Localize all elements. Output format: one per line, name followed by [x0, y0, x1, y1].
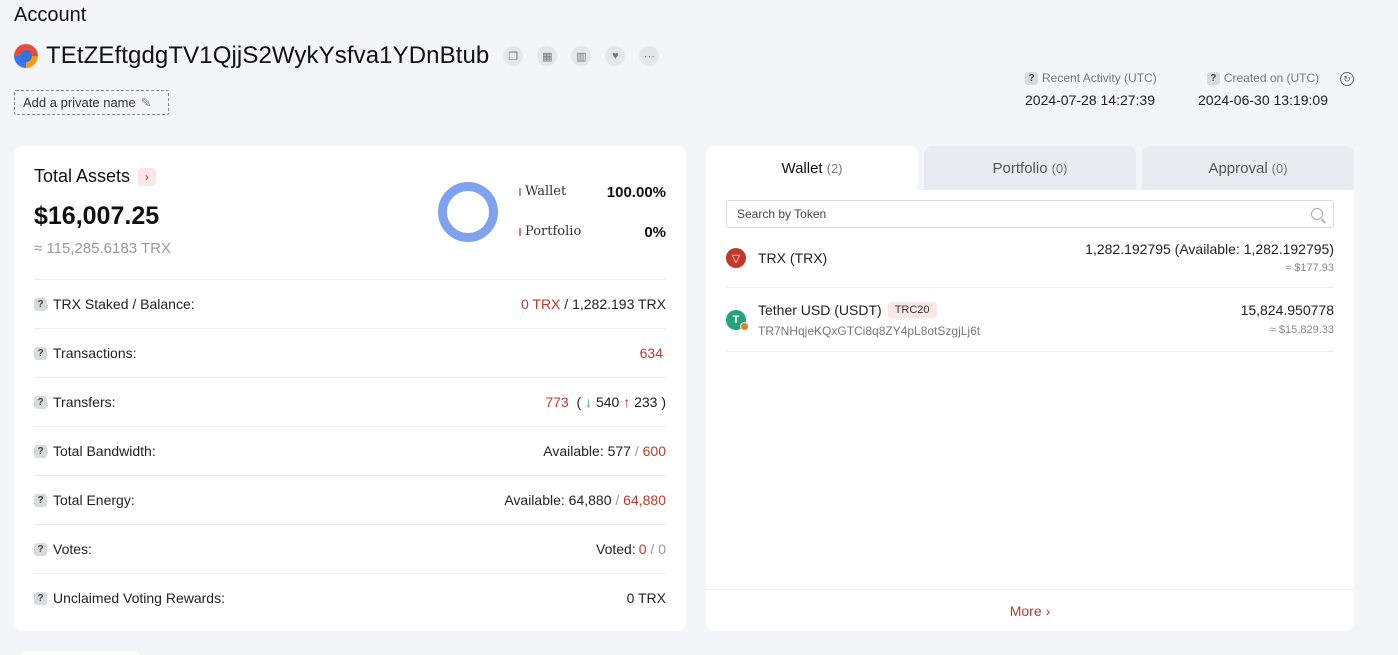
created-on-label: Created on (UTC): [1223, 71, 1320, 85]
tab-approval[interactable]: Approval (0): [1142, 146, 1354, 190]
token-contract-address[interactable]: TR7NHqjeKQxGTCi8q8ZY4pL8otSzgjLj6t: [758, 324, 980, 338]
arrow-up-icon: ↑: [623, 394, 631, 410]
votes-value: Voted: 0 / 0: [596, 541, 666, 557]
trx-token-icon: ▽: [726, 248, 746, 268]
account-stats: ? TRX Staked / Balance: 0 TRX / 1,282.193…: [34, 279, 666, 622]
qr-code-icon[interactable]: ▦: [537, 46, 558, 66]
total-assets-title[interactable]: Total Assets ›: [34, 166, 157, 187]
transactions-value[interactable]: 634: [640, 345, 663, 361]
copy-icon[interactable]: ❐: [503, 46, 524, 66]
more-options-icon[interactable]: ⋯: [639, 46, 660, 66]
transfers-value: 773 ( ↓ 540 ↑ 233 ): [545, 394, 666, 410]
page-title: Account: [14, 4, 87, 26]
token-row-usdt[interactable]: T Tether USD (USDT) TRC20 TR7NHqjeKQxGTC…: [726, 288, 1334, 352]
token-amount: 1,282.192795 (Available: 1,282.192795): [1085, 241, 1334, 257]
rewards-value: 0 TRX: [626, 590, 666, 606]
token-usd-value: ≈ $177.93: [1285, 262, 1334, 274]
token-standard-badge: TRC20: [887, 302, 937, 318]
more-link[interactable]: More ›: [706, 589, 1354, 631]
token-amount: 15,824.950778: [1240, 302, 1334, 318]
chevron-right-icon: ›: [1045, 602, 1051, 619]
recent-activity-label: Recent Activity (UTC): [1042, 71, 1157, 85]
account-address: TEtZEftgdgTV1QjjS2WykYsfva1YDnBtub: [46, 42, 490, 69]
created-on-value: 2024-06-30 13:19:09: [1198, 92, 1328, 108]
portfolio-percent: 0%: [644, 224, 666, 241]
help-icon[interactable]: ?: [34, 346, 47, 360]
stat-bandwidth: ? Total Bandwidth: Available: 577 / 600: [34, 426, 666, 475]
assets-donut-chart: [438, 182, 498, 242]
help-icon[interactable]: ?: [34, 542, 47, 556]
legend-portfolio: Portfolio: [519, 224, 581, 239]
address-avatar: [14, 44, 38, 68]
stat-transfers: ? Transfers: 773 ( ↓ 540 ↑ 233 ): [34, 377, 666, 426]
address-row: TEtZEftgdgTV1QjjS2WykYsfva1YDnBtub ❐ ▦ ▥…: [14, 42, 673, 70]
token-row-trx[interactable]: ▽ TRX (TRX) 1,282.192795 (Available: 1,2…: [726, 238, 1334, 288]
help-icon[interactable]: ?: [34, 591, 47, 605]
legend-wallet-marker: [519, 187, 521, 196]
help-icon[interactable]: ?: [34, 297, 47, 311]
arrow-down-icon: ↓: [585, 394, 593, 410]
help-icon[interactable]: ?: [34, 444, 47, 458]
favorite-icon[interactable]: ♥: [605, 46, 626, 66]
bandwidth-value: Available: 577 / 600: [543, 443, 666, 459]
token-name: Tether USD (USDT) TRC20: [758, 302, 937, 318]
token-usd-value: ≈ $15,829.33: [1269, 324, 1334, 336]
wallet-percent: 100.00%: [606, 184, 666, 201]
private-name-label: Add a private name: [23, 95, 136, 110]
recent-activity-value: 2024-07-28 14:27:39: [1025, 92, 1155, 108]
recent-activity: ? Recent Activity (UTC) 2024-07-28 14:27:…: [1025, 71, 1157, 108]
next-card-edge: [20, 651, 140, 655]
search-icon[interactable]: [1311, 208, 1323, 220]
help-icon[interactable]: ?: [1025, 71, 1038, 85]
stat-votes: ? Votes: Voted: 0 / 0: [34, 524, 666, 573]
address-actions: ❐ ▦ ▥ ♥ ⋯: [503, 46, 673, 66]
help-icon[interactable]: ?: [34, 493, 47, 507]
stat-energy: ? Total Energy: Available: 64,880 / 64,88…: [34, 475, 666, 524]
tab-wallet[interactable]: Wallet (2): [706, 146, 918, 190]
staked-value: 0 TRX / 1,282.193 TRX: [520, 296, 666, 312]
verified-badge-icon: [740, 322, 749, 331]
legend-portfolio-marker: [519, 227, 521, 236]
energy-value: Available: 64,880 / 64,880: [504, 492, 666, 508]
total-assets-card: Total Assets › $16,007.25 ≈ 115,285.6183…: [14, 146, 686, 631]
chevron-right-icon[interactable]: ›: [138, 167, 157, 186]
stat-staked: ? TRX Staked / Balance: 0 TRX / 1,282.193…: [34, 279, 666, 328]
stat-transactions: ? Transactions: 634: [34, 328, 666, 377]
legend-wallet: Wallet: [519, 184, 566, 199]
tab-portfolio[interactable]: Portfolio (0): [924, 146, 1136, 190]
help-icon[interactable]: ?: [1206, 71, 1220, 85]
analytics-icon[interactable]: ▥: [571, 46, 592, 66]
time-toggle-icon[interactable]: ↻: [1340, 72, 1354, 86]
asset-tabs: Wallet (2) Portfolio (0) Approval (0): [706, 146, 1354, 190]
total-assets-trx: ≈ 115,285.6183 TRX: [34, 240, 171, 257]
total-assets-usd: $16,007.25: [34, 202, 160, 230]
add-private-name-button[interactable]: Add a private name ✎: [14, 90, 169, 115]
stat-rewards: ? Unclaimed Voting Rewards: 0 TRX: [34, 573, 666, 622]
token-search-input[interactable]: Search by Token: [726, 200, 1334, 228]
edit-icon: ✎: [140, 94, 152, 110]
wallet-panel: Search by Token ▽ TRX (TRX) 1,282.192795…: [706, 190, 1354, 631]
created-on: ? Created on (UTC) 2024-06-30 13:19:09: [1198, 71, 1328, 108]
token-name: TRX (TRX): [758, 250, 828, 266]
help-icon[interactable]: ?: [34, 395, 47, 409]
search-placeholder: Search by Token: [737, 207, 827, 221]
